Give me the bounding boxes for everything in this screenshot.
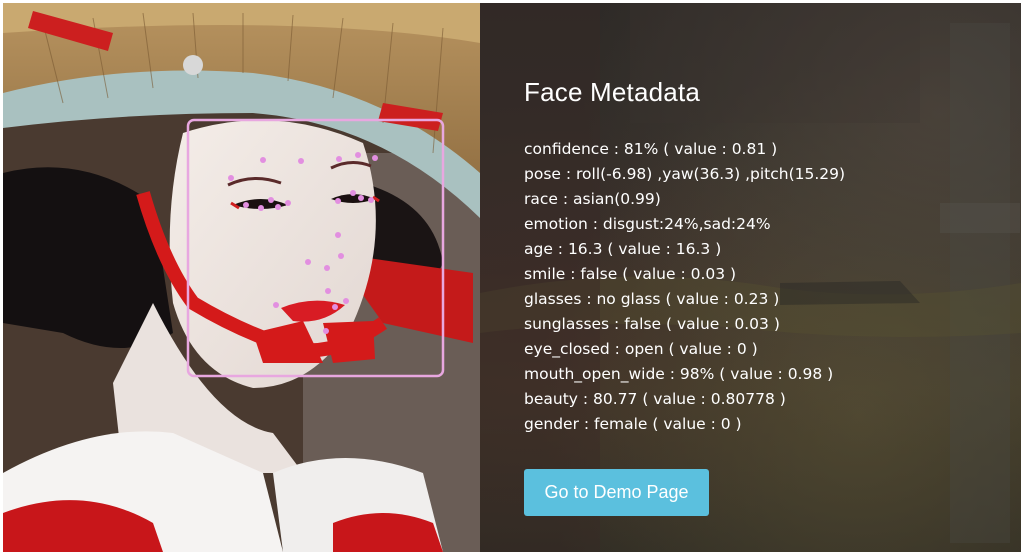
photo-illustration [3,3,480,552]
metadata-sunglasses: sunglasses : false ( value : 0.03 ) [524,315,780,333]
panel-title: Face Metadata [524,77,701,108]
metadata-mouth-open-wide: mouth_open_wide : 98% ( value : 0.98 ) [524,365,834,383]
go-to-demo-page-button[interactable]: Go to Demo Page [524,469,709,516]
metadata-emotion: emotion : disgust:24%,sad:24% [524,215,771,233]
metadata-glasses: glasses : no glass ( value : 0.23 ) [524,290,780,308]
metadata-age: age : 16.3 ( value : 16.3 ) [524,240,722,258]
metadata-eye-closed: eye_closed : open ( value : 0 ) [524,340,758,358]
metadata-confidence: confidence : 81% ( value : 0.81 ) [524,140,778,158]
app-frame: Face Metadata confidence : 81% ( value :… [0,0,1024,555]
metadata-race: race : asian(0.99) [524,190,661,208]
metadata-panel: Face Metadata confidence : 81% ( value :… [480,3,1021,552]
metadata-gender: gender : female ( value : 0 ) [524,415,742,433]
metadata-pose: pose : roll(-6.98) ,yaw(36.3) ,pitch(15.… [524,165,846,183]
metadata-beauty: beauty : 80.77 ( value : 0.80778 ) [524,390,786,408]
face-photo [3,3,480,552]
metadata-list: confidence : 81% ( value : 0.81 ) pose :… [524,137,845,437]
metadata-smile: smile : false ( value : 0.03 ) [524,265,737,283]
